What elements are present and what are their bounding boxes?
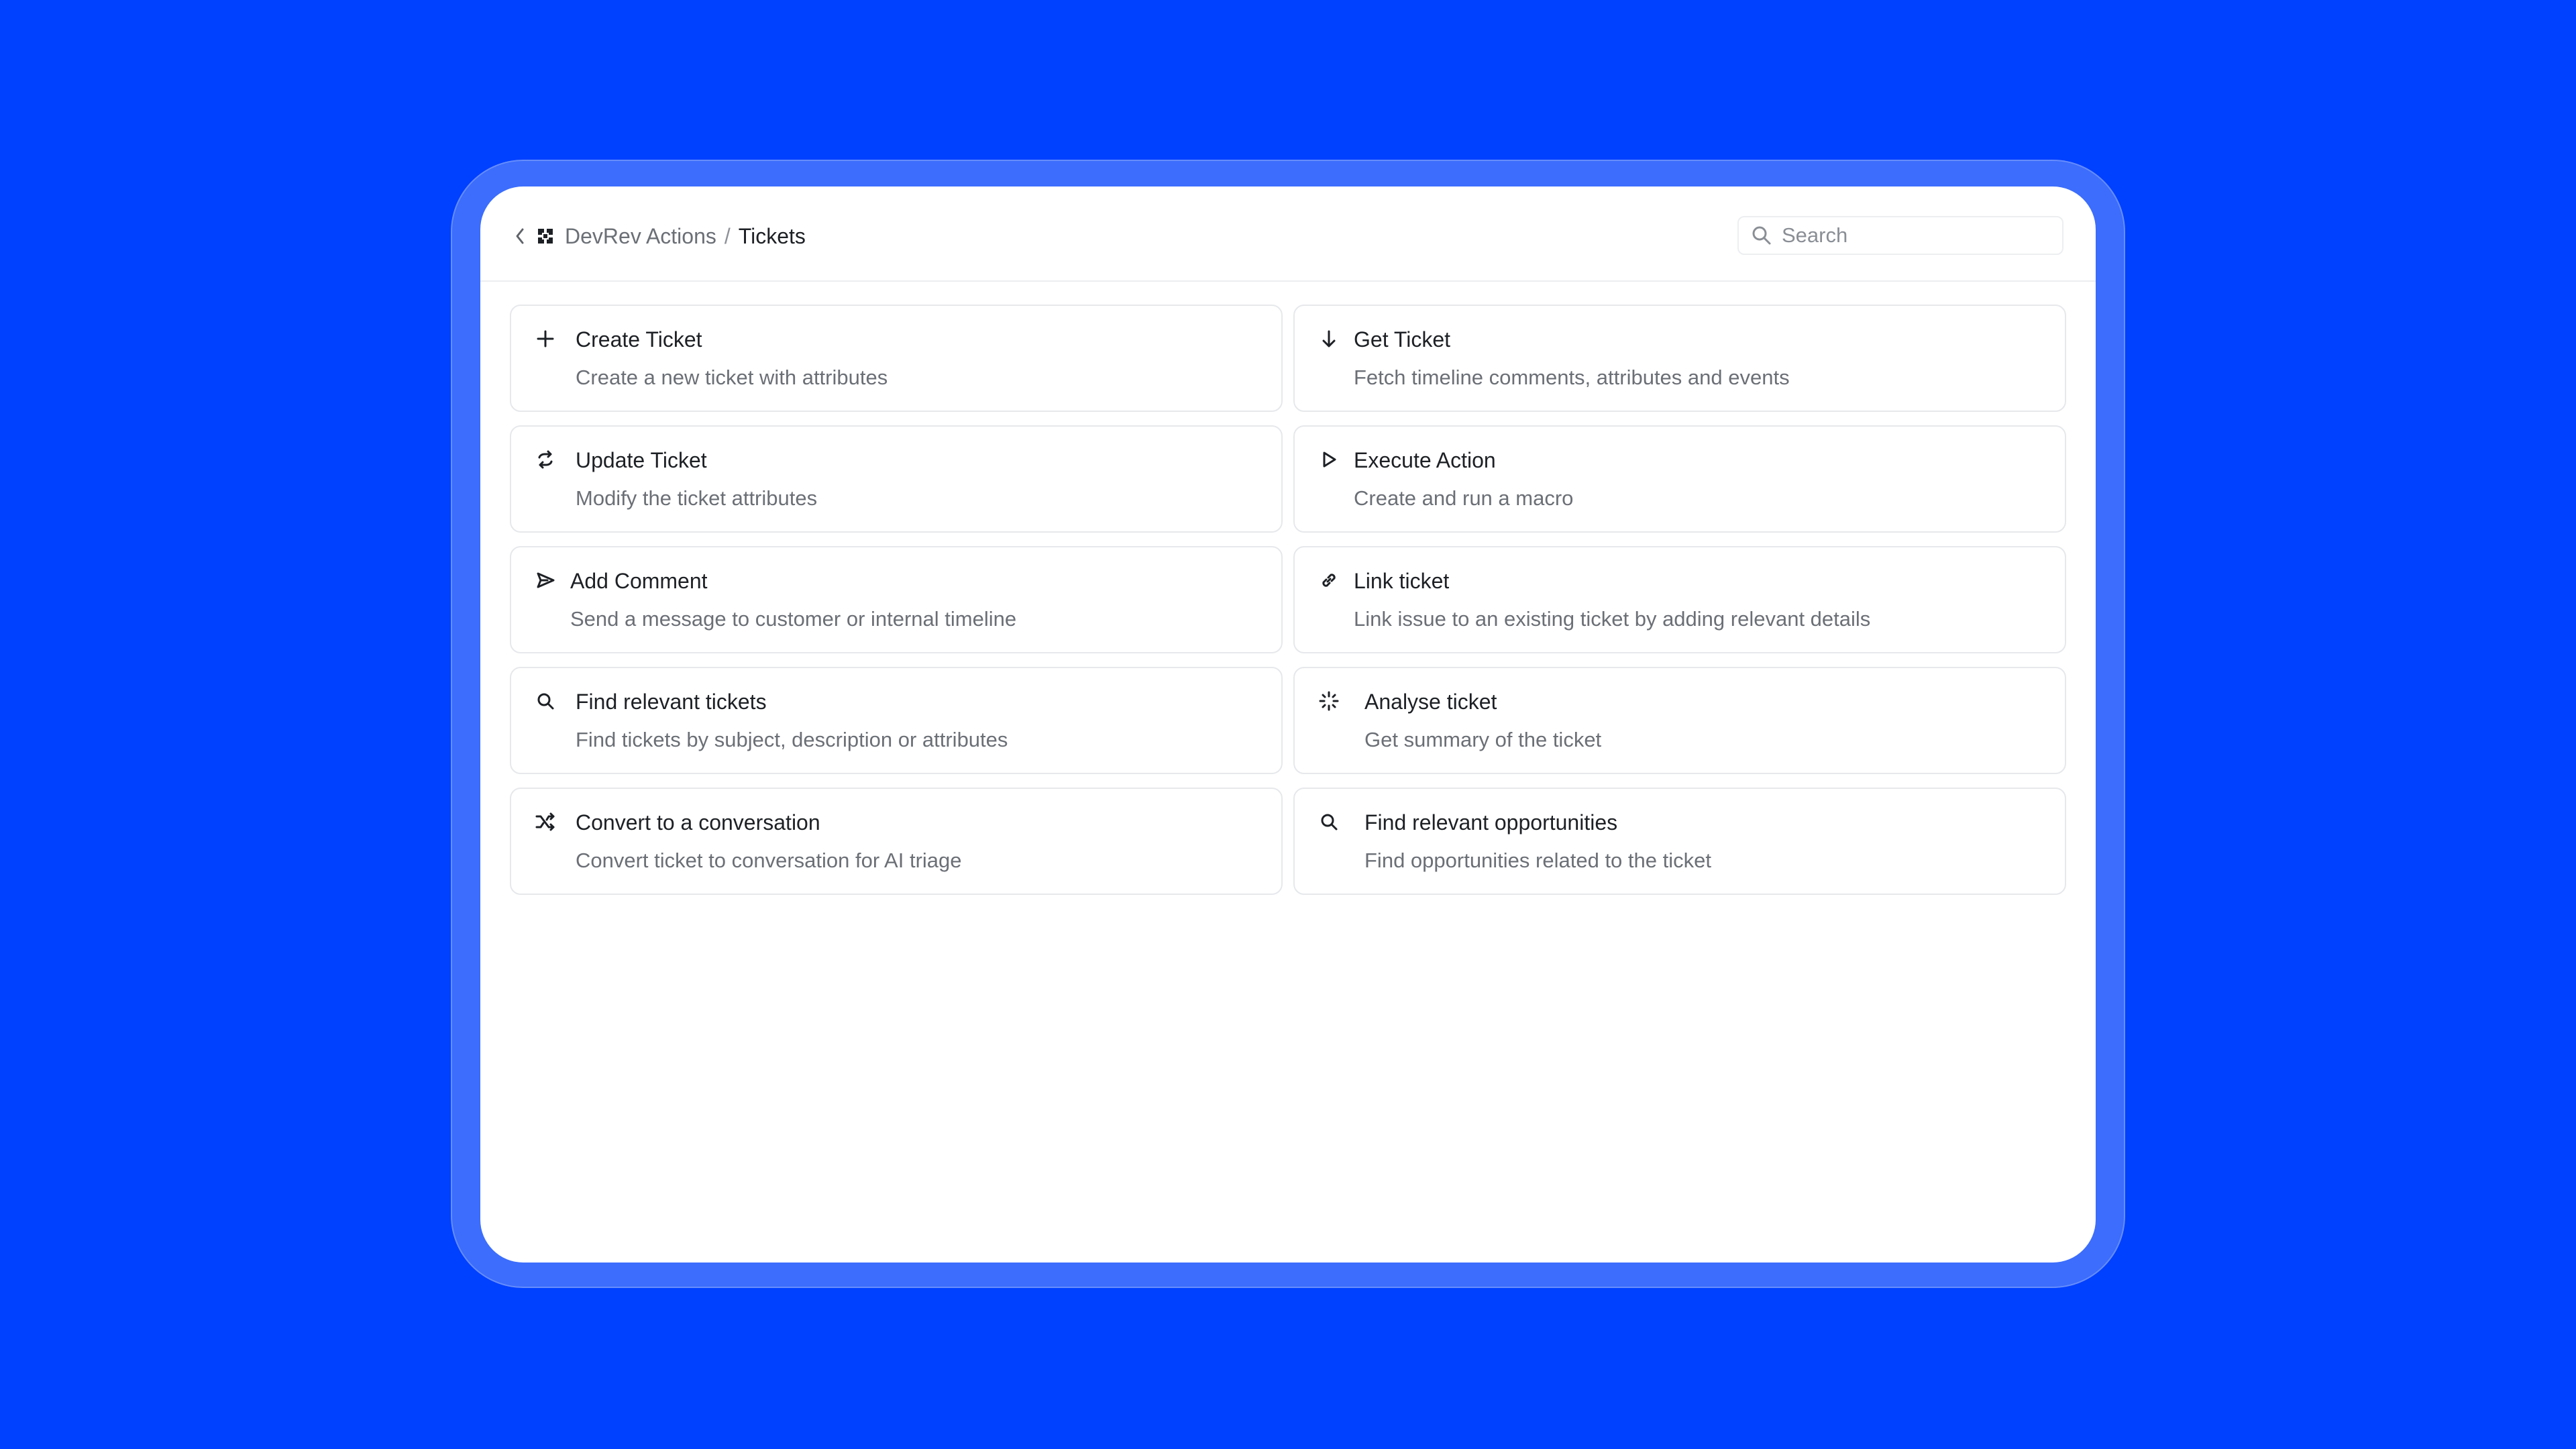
action-description: Modify the ticket attributes (576, 486, 818, 510)
action-description: Create and run a macro (1354, 486, 1574, 510)
search-input[interactable] (1782, 223, 2050, 248)
actions-panel: DevRev Actions / Tickets Create Ticket C… (480, 186, 2096, 1263)
action-description: Convert ticket to conversation for AI tr… (576, 849, 962, 872)
link-icon (1318, 569, 1340, 592)
action-title: Create Ticket (576, 327, 702, 352)
action-card-add-comment[interactable]: Add Comment Send a message to customer o… (510, 546, 1283, 653)
top-bar: DevRev Actions / Tickets (480, 186, 2096, 282)
action-title: Analyse ticket (1364, 690, 1497, 714)
action-description: Get summary of the ticket (1364, 728, 1602, 751)
action-title: Get Ticket (1354, 327, 1451, 352)
send-icon (534, 569, 557, 592)
actions-grid: Create Ticket Create a new ticket with a… (510, 305, 2066, 895)
plus-icon (534, 327, 557, 350)
action-description: Send a message to customer or internal t… (570, 607, 1017, 631)
arrow-down-icon (1318, 327, 1340, 350)
play-icon (1318, 448, 1340, 471)
action-title: Link ticket (1354, 569, 1450, 593)
search-icon (534, 690, 557, 712)
action-card-get-ticket[interactable]: Get Ticket Fetch timeline comments, attr… (1293, 305, 2066, 412)
action-title: Convert to a conversation (576, 810, 820, 835)
breadcrumb: DevRev Actions / Tickets (511, 219, 806, 254)
action-card-create-ticket[interactable]: Create Ticket Create a new ticket with a… (510, 305, 1283, 412)
action-description: Fetch timeline comments, attributes and … (1354, 366, 1790, 389)
action-title: Find relevant tickets (576, 690, 767, 714)
sparkle-loader-icon (1318, 690, 1340, 712)
action-card-link-ticket[interactable]: Link ticket Link issue to an existing ti… (1293, 546, 2066, 653)
action-card-find-relevant-opportunities[interactable]: Find relevant opportunities Find opportu… (1293, 788, 2066, 895)
action-card-update-ticket[interactable]: Update Ticket Modify the ticket attribut… (510, 425, 1283, 533)
action-description: Find opportunities related to the ticket (1364, 849, 1711, 872)
action-description: Create a new ticket with attributes (576, 366, 888, 389)
action-title: Update Ticket (576, 448, 707, 472)
back-button[interactable] (511, 223, 529, 250)
chevron-left-icon (514, 226, 526, 246)
action-description: Find tickets by subject, description or … (576, 728, 1008, 751)
action-card-analyse-ticket[interactable]: Analyse ticket Get summary of the ticket (1293, 667, 2066, 774)
search-icon (1318, 810, 1340, 833)
action-card-execute-action[interactable]: Execute Action Create and run a macro (1293, 425, 2066, 533)
breadcrumb-current: Tickets (738, 223, 806, 248)
search-box[interactable] (1737, 216, 2063, 255)
breadcrumb-parent[interactable]: DevRev Actions (565, 224, 716, 249)
action-card-find-relevant-tickets[interactable]: Find relevant tickets Find tickets by su… (510, 667, 1283, 774)
action-title: Find relevant opportunities (1364, 810, 1618, 835)
action-description: Link issue to an existing ticket by addi… (1354, 607, 1871, 631)
shuffle-icon (534, 810, 557, 833)
action-title: Execute Action (1354, 448, 1496, 472)
action-title: Add Comment (570, 569, 708, 593)
action-card-convert-to-conversation[interactable]: Convert to a conversation Convert ticket… (510, 788, 1283, 895)
search-icon (1750, 223, 1774, 248)
refresh-icon (534, 448, 557, 471)
breadcrumb-separator: / (724, 223, 731, 248)
devrev-logo-icon (534, 225, 557, 248)
